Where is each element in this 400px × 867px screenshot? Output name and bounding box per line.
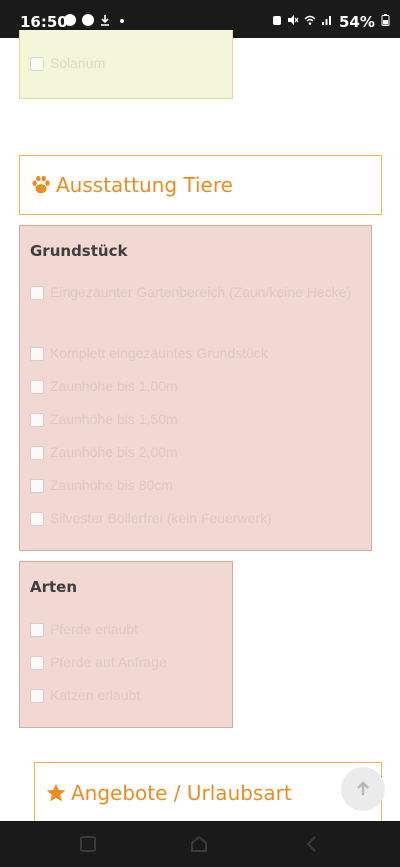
arten-panel: Arten Pferde erlaubt Pferde auf Anfrage … xyxy=(19,561,233,728)
back-icon[interactable] xyxy=(302,834,322,854)
checkbox-row[interactable]: Komplett eingezäuntes Grundstück xyxy=(30,345,363,366)
checkbox[interactable] xyxy=(30,347,44,361)
system-navigation-bar xyxy=(0,821,400,867)
more-notifications-dot xyxy=(120,19,124,23)
checkbox-row[interactable]: Zaunhöhe bis 80cm xyxy=(30,477,363,498)
checkbox-label: Pferde erlaubt xyxy=(50,621,138,637)
battery-icon xyxy=(381,14,390,26)
chat-notification-icon-2 xyxy=(82,14,94,26)
checkbox[interactable] xyxy=(30,479,44,493)
checkbox[interactable] xyxy=(30,380,44,394)
checkbox-row[interactable]: Zaunhöhe bis 1,00m xyxy=(30,378,363,399)
checkbox-label: Solarium xyxy=(50,55,106,71)
checkbox[interactable] xyxy=(30,413,44,427)
checkbox[interactable] xyxy=(30,623,44,637)
checkbox[interactable] xyxy=(30,512,44,526)
star-icon xyxy=(46,783,66,801)
checkbox-row[interactable]: Zaunhöhe bis 2,00m xyxy=(30,444,363,465)
mute-icon xyxy=(288,15,299,25)
chat-notification-icon xyxy=(64,14,76,26)
checkbox-row[interactable]: Eingezäunter Gartenbereich (Zaun/keine H… xyxy=(30,284,363,305)
section-title: Angebote / Urlaubsart xyxy=(71,780,292,805)
home-icon[interactable] xyxy=(189,834,209,854)
battery-level: 54% xyxy=(339,13,375,31)
section-heading-angebote: Angebote / Urlaubsart xyxy=(34,762,382,822)
checkbox-label: Zaunhöhe bis 1,50m xyxy=(50,411,178,427)
section-heading-tiere: Ausstattung Tiere xyxy=(19,155,382,215)
panel-title: Arten xyxy=(30,578,78,596)
checkbox-label: Silvester Böllerfrei (kein Feuerwerk) xyxy=(50,510,272,526)
signal-icon xyxy=(322,16,331,25)
checkbox-row-solarium[interactable]: Solarium xyxy=(30,55,224,76)
recent-apps-icon[interactable] xyxy=(78,834,98,854)
wifi-icon xyxy=(304,15,316,25)
checkbox-label: Katzen erlaubt xyxy=(50,687,141,703)
paw-icon xyxy=(32,175,50,194)
panel-title: Grundstück xyxy=(30,242,128,260)
section-title: Ausstattung Tiere xyxy=(56,173,233,197)
checkbox-label: Zaunhöhe bis 80cm xyxy=(50,477,173,493)
status-time: 16:50 xyxy=(20,13,68,31)
download-icon xyxy=(101,15,109,26)
checkbox-label: Zaunhöhe bis 1,00m xyxy=(50,378,178,394)
scroll-to-top-button[interactable] xyxy=(341,767,385,811)
arrow-up-icon xyxy=(357,781,369,795)
checkbox[interactable] xyxy=(30,689,44,703)
checkbox-label: Zaunhöhe bis 2,00m xyxy=(50,444,178,460)
checkbox-row[interactable]: Zaunhöhe bis 1,50m xyxy=(30,411,363,432)
checkbox-label: Pferde auf Anfrage xyxy=(50,654,167,670)
checkbox[interactable] xyxy=(30,656,44,670)
checkbox[interactable] xyxy=(30,286,44,300)
checkbox-row[interactable]: Silvester Böllerfrei (kein Feuerwerk) xyxy=(30,510,363,531)
grundstueck-panel: Grundstück Eingezäunter Gartenbereich (Z… xyxy=(19,225,372,551)
checkbox-row[interactable]: Pferde erlaubt xyxy=(30,621,224,642)
alarm-icon xyxy=(273,16,281,25)
checkbox-row[interactable]: Pferde auf Anfrage xyxy=(30,654,224,675)
facilities-panel-partial: Solarium xyxy=(19,30,233,99)
checkbox-label: Komplett eingezäuntes Grundstück xyxy=(50,345,268,361)
checkbox-label: Eingezäunter Gartenbereich (Zaun/keine H… xyxy=(50,284,352,300)
checkbox[interactable] xyxy=(30,57,44,71)
checkbox[interactable] xyxy=(30,446,44,460)
checkbox-row[interactable]: Katzen erlaubt xyxy=(30,687,224,708)
